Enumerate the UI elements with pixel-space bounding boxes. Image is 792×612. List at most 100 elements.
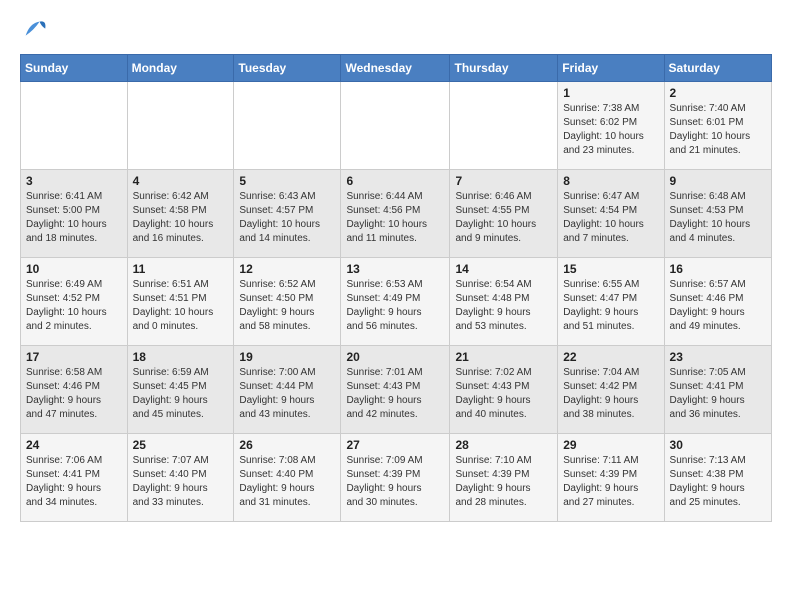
- calendar-cell: 30 Sunrise: 7:13 AM Sunset: 4:38 PM Dayli…: [664, 434, 771, 522]
- day-number: 9: [670, 174, 766, 188]
- day-number: 30: [670, 438, 766, 452]
- calendar-cell: 16 Sunrise: 6:57 AM Sunset: 4:46 PM Dayli…: [664, 258, 771, 346]
- day-number: 15: [563, 262, 658, 276]
- day-number: 22: [563, 350, 658, 364]
- day-number: 13: [346, 262, 444, 276]
- day-info: Sunrise: 7:11 AM Sunset: 4:39 PM Dayligh…: [563, 454, 658, 510]
- day-number: 8: [563, 174, 658, 188]
- calendar-header: SundayMondayTuesdayWednesdayThursdayFrid…: [21, 55, 772, 82]
- day-info: Sunrise: 6:58 AM Sunset: 4:46 PM Dayligh…: [26, 366, 122, 422]
- calendar-cell: 21 Sunrise: 7:02 AM Sunset: 4:43 PM Dayli…: [450, 346, 558, 434]
- day-number: 14: [455, 262, 552, 276]
- day-number: 25: [133, 438, 229, 452]
- day-info: Sunrise: 6:43 AM Sunset: 4:57 PM Dayligh…: [239, 190, 335, 246]
- calendar-cell: 18 Sunrise: 6:59 AM Sunset: 4:45 PM Dayli…: [127, 346, 234, 434]
- calendar-cell: 5 Sunrise: 6:43 AM Sunset: 4:57 PM Daylig…: [234, 170, 341, 258]
- day-number: 20: [346, 350, 444, 364]
- day-number: 11: [133, 262, 229, 276]
- calendar-cell: 19 Sunrise: 7:00 AM Sunset: 4:44 PM Dayli…: [234, 346, 341, 434]
- day-number: 2: [670, 86, 766, 100]
- day-info: Sunrise: 7:04 AM Sunset: 4:42 PM Dayligh…: [563, 366, 658, 422]
- calendar-cell: 10 Sunrise: 6:49 AM Sunset: 4:52 PM Dayli…: [21, 258, 128, 346]
- day-info: Sunrise: 6:48 AM Sunset: 4:53 PM Dayligh…: [670, 190, 766, 246]
- calendar-cell: 9 Sunrise: 6:48 AM Sunset: 4:53 PM Daylig…: [664, 170, 771, 258]
- weekday-header: Friday: [558, 55, 664, 82]
- day-number: 6: [346, 174, 444, 188]
- day-number: 3: [26, 174, 122, 188]
- calendar: SundayMondayTuesdayWednesdayThursdayFrid…: [20, 54, 772, 522]
- day-info: Sunrise: 7:05 AM Sunset: 4:41 PM Dayligh…: [670, 366, 766, 422]
- header: [20, 16, 772, 44]
- calendar-cell: [21, 82, 128, 170]
- logo-icon: [20, 16, 48, 44]
- calendar-cell: 20 Sunrise: 7:01 AM Sunset: 4:43 PM Dayli…: [341, 346, 450, 434]
- day-number: 18: [133, 350, 229, 364]
- calendar-cell: [234, 82, 341, 170]
- day-number: 1: [563, 86, 658, 100]
- calendar-cell: 14 Sunrise: 6:54 AM Sunset: 4:48 PM Dayli…: [450, 258, 558, 346]
- day-info: Sunrise: 6:54 AM Sunset: 4:48 PM Dayligh…: [455, 278, 552, 334]
- day-info: Sunrise: 7:10 AM Sunset: 4:39 PM Dayligh…: [455, 454, 552, 510]
- weekday-header: Monday: [127, 55, 234, 82]
- day-info: Sunrise: 6:55 AM Sunset: 4:47 PM Dayligh…: [563, 278, 658, 334]
- day-info: Sunrise: 6:47 AM Sunset: 4:54 PM Dayligh…: [563, 190, 658, 246]
- day-number: 24: [26, 438, 122, 452]
- calendar-cell: 17Sunrise: 6:58 AM Sunset: 4:46 PM Dayli…: [21, 346, 128, 434]
- calendar-cell: 23 Sunrise: 7:05 AM Sunset: 4:41 PM Dayli…: [664, 346, 771, 434]
- day-info: Sunrise: 7:07 AM Sunset: 4:40 PM Dayligh…: [133, 454, 229, 510]
- day-info: Sunrise: 6:59 AM Sunset: 4:45 PM Dayligh…: [133, 366, 229, 422]
- day-number: 29: [563, 438, 658, 452]
- day-info: Sunrise: 7:00 AM Sunset: 4:44 PM Dayligh…: [239, 366, 335, 422]
- day-info: Sunrise: 6:57 AM Sunset: 4:46 PM Dayligh…: [670, 278, 766, 334]
- calendar-cell: 6 Sunrise: 6:44 AM Sunset: 4:56 PM Daylig…: [341, 170, 450, 258]
- calendar-cell: 3 Sunrise: 6:41 AM Sunset: 5:00 PM Daylig…: [21, 170, 128, 258]
- calendar-cell: 29 Sunrise: 7:11 AM Sunset: 4:39 PM Dayli…: [558, 434, 664, 522]
- calendar-cell: 24 Sunrise: 7:06 AM Sunset: 4:41 PM Dayli…: [21, 434, 128, 522]
- day-number: 16: [670, 262, 766, 276]
- calendar-cell: 28 Sunrise: 7:10 AM Sunset: 4:39 PM Dayli…: [450, 434, 558, 522]
- day-number: 21: [455, 350, 552, 364]
- weekday-header: Thursday: [450, 55, 558, 82]
- day-info: Sunrise: 6:42 AM Sunset: 4:58 PM Dayligh…: [133, 190, 229, 246]
- day-info: Sunrise: 6:49 AM Sunset: 4:52 PM Dayligh…: [26, 278, 122, 334]
- weekday-header: Wednesday: [341, 55, 450, 82]
- day-number: 7: [455, 174, 552, 188]
- calendar-cell: 27 Sunrise: 7:09 AM Sunset: 4:39 PM Dayli…: [341, 434, 450, 522]
- day-info: Sunrise: 7:13 AM Sunset: 4:38 PM Dayligh…: [670, 454, 766, 510]
- day-info: Sunrise: 7:02 AM Sunset: 4:43 PM Dayligh…: [455, 366, 552, 422]
- calendar-cell: [450, 82, 558, 170]
- day-info: Sunrise: 7:08 AM Sunset: 4:40 PM Dayligh…: [239, 454, 335, 510]
- day-info: Sunrise: 6:46 AM Sunset: 4:55 PM Dayligh…: [455, 190, 552, 246]
- weekday-header: Sunday: [21, 55, 128, 82]
- weekday-header: Saturday: [664, 55, 771, 82]
- day-info: Sunrise: 6:41 AM Sunset: 5:00 PM Dayligh…: [26, 190, 122, 246]
- weekday-header: Tuesday: [234, 55, 341, 82]
- calendar-cell: 4 Sunrise: 6:42 AM Sunset: 4:58 PM Daylig…: [127, 170, 234, 258]
- logo: [20, 16, 52, 44]
- day-number: 10: [26, 262, 122, 276]
- calendar-cell: 22 Sunrise: 7:04 AM Sunset: 4:42 PM Dayli…: [558, 346, 664, 434]
- calendar-cell: [341, 82, 450, 170]
- calendar-cell: 11 Sunrise: 6:51 AM Sunset: 4:51 PM Dayli…: [127, 258, 234, 346]
- day-info: Sunrise: 7:01 AM Sunset: 4:43 PM Dayligh…: [346, 366, 444, 422]
- day-number: 5: [239, 174, 335, 188]
- day-info: Sunrise: 6:44 AM Sunset: 4:56 PM Dayligh…: [346, 190, 444, 246]
- calendar-cell: 2 Sunrise: 7:40 AM Sunset: 6:01 PM Daylig…: [664, 82, 771, 170]
- day-number: 4: [133, 174, 229, 188]
- day-info: Sunrise: 6:53 AM Sunset: 4:49 PM Dayligh…: [346, 278, 444, 334]
- day-info: Sunrise: 7:40 AM Sunset: 6:01 PM Dayligh…: [670, 102, 766, 158]
- calendar-cell: 13 Sunrise: 6:53 AM Sunset: 4:49 PM Dayli…: [341, 258, 450, 346]
- day-number: 12: [239, 262, 335, 276]
- day-info: Sunrise: 7:09 AM Sunset: 4:39 PM Dayligh…: [346, 454, 444, 510]
- day-info: Sunrise: 6:52 AM Sunset: 4:50 PM Dayligh…: [239, 278, 335, 334]
- day-info: Sunrise: 6:51 AM Sunset: 4:51 PM Dayligh…: [133, 278, 229, 334]
- day-info: Sunrise: 7:06 AM Sunset: 4:41 PM Dayligh…: [26, 454, 122, 510]
- calendar-cell: 8 Sunrise: 6:47 AM Sunset: 4:54 PM Daylig…: [558, 170, 664, 258]
- calendar-cell: 7 Sunrise: 6:46 AM Sunset: 4:55 PM Daylig…: [450, 170, 558, 258]
- day-number: 27: [346, 438, 444, 452]
- day-number: 23: [670, 350, 766, 364]
- day-number: 28: [455, 438, 552, 452]
- day-info: Sunrise: 7:38 AM Sunset: 6:02 PM Dayligh…: [563, 102, 658, 158]
- calendar-cell: 26Sunrise: 7:08 AM Sunset: 4:40 PM Dayli…: [234, 434, 341, 522]
- day-number: 19: [239, 350, 335, 364]
